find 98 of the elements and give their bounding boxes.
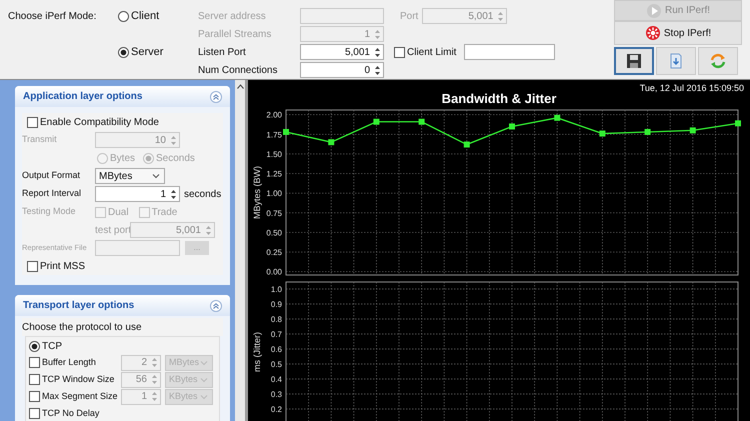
play-icon [646, 2, 662, 18]
checkbox-label: Max Segment Size [42, 390, 118, 403]
tick-label: 0.8 [270, 315, 282, 324]
tick-label: 0.7 [270, 330, 282, 339]
field-label: test port [95, 224, 130, 238]
radio-button[interactable] [118, 46, 129, 58]
collapse-icon[interactable] [210, 300, 222, 312]
spinner-field[interactable]: 1 [121, 388, 161, 404]
data-point [418, 118, 425, 125]
chart-title: Bandwidth & Jitter [440, 91, 558, 107]
checkbox[interactable] [29, 374, 40, 385]
field-label: Num Connections [198, 64, 278, 78]
input-field[interactable] [464, 44, 556, 60]
checkbox-label: Print MSS [40, 260, 86, 274]
field-label: Output Format [22, 169, 82, 182]
stop-button[interactable]: Stop IPerf! [614, 21, 742, 45]
checkbox-label: TCP Window Size [42, 372, 116, 386]
axis-title: ms (Jitter) [252, 332, 262, 372]
radio-label: TCP [42, 340, 62, 354]
field-label: Transmit [22, 133, 58, 146]
checkbox-label: Client Limit [407, 46, 456, 60]
field-label: Server address [198, 10, 266, 24]
checkbox[interactable] [29, 408, 40, 419]
tick-label: 0.6 [270, 345, 282, 354]
stop-icon [644, 25, 661, 41]
tick-label: 0.50 [266, 228, 282, 238]
radio-button[interactable] [29, 340, 40, 352]
checkbox[interactable] [394, 46, 405, 58]
tick-label: 2.00 [266, 110, 282, 120]
panel-title: Application layer options [23, 90, 142, 104]
prompt-text: Choose the protocol to use [22, 318, 223, 336]
scrollbar[interactable] [235, 80, 245, 421]
tick-label: 0.4 [270, 375, 282, 384]
checkbox-label: Trade [152, 206, 178, 220]
data-point [283, 128, 289, 135]
data-point [464, 142, 470, 148]
radio-label: Seconds [156, 152, 195, 166]
data-point [373, 118, 380, 125]
field-label: Port [400, 10, 418, 24]
tick-label: 0.2 [270, 405, 282, 414]
caret-icon [200, 360, 208, 366]
data-point [644, 128, 651, 135]
checkbox-label: Buffer Length [42, 356, 97, 369]
timestamp: Tue, 12 Jul 2016 15:09:50 [640, 82, 744, 95]
spinner-field[interactable]: 1 [95, 186, 180, 202]
caret-icon [200, 376, 208, 382]
data-point [599, 130, 606, 137]
spinner-field[interactable]: 2 [121, 354, 161, 370]
checkbox[interactable] [27, 260, 38, 272]
checkbox[interactable] [29, 357, 40, 368]
tick-label: 0.5 [270, 360, 282, 369]
spinner-arrows-icon[interactable] [374, 46, 381, 58]
refresh-icon [709, 52, 727, 70]
tick-label: 0.75 [266, 208, 282, 218]
refresh-button[interactable] [698, 47, 738, 75]
axis-title: MBytes (BW) [252, 166, 262, 219]
radio-label: Client [131, 8, 160, 24]
spinner-field[interactable]: 5,001 [300, 44, 384, 60]
field-label: Parallel Streams [198, 28, 272, 42]
checkbox-label: Dual [108, 206, 129, 220]
spinner-field[interactable]: 0 [300, 62, 384, 78]
unit-label: seconds [184, 188, 222, 202]
checkbox[interactable] [27, 116, 38, 128]
field-label: Report Interval [22, 187, 82, 200]
data-point [328, 139, 334, 146]
radio-label: Bytes [110, 152, 136, 166]
spinner-arrows-icon[interactable] [374, 64, 381, 76]
data-point [735, 120, 741, 126]
save-icon [625, 52, 643, 70]
checkbox-label: Enable Compatibility Mode [40, 116, 159, 130]
tick-label: 1.0 [270, 285, 282, 294]
mode-radio[interactable]: Server [118, 44, 164, 60]
tick-label: 0.9 [270, 300, 282, 309]
mode-radio[interactable]: Client [118, 8, 160, 24]
data-point [690, 127, 696, 134]
save-button[interactable] [614, 47, 654, 75]
tick-label: 0.3 [270, 390, 282, 399]
spinner-field[interactable]: 56 [121, 372, 161, 388]
field-label: Listen Port [198, 46, 246, 60]
checkbox-label: TCP No Delay [42, 406, 100, 420]
tick-label: 0.25 [266, 248, 282, 258]
radio-button[interactable] [118, 10, 129, 22]
tick-label: 1.50 [266, 150, 282, 159]
checkbox[interactable] [29, 391, 40, 402]
field-label: Choose iPerf Mode: [8, 10, 96, 24]
caret-icon [200, 394, 208, 400]
panel-title: Transport layer options [23, 299, 134, 313]
tick-label: 0.00 [266, 268, 282, 277]
dropdown[interactable]: MBytes [95, 168, 165, 184]
tick-label: 1.75 [266, 130, 282, 140]
tick-label: 1.00 [266, 189, 282, 198]
field-label: Testing Mode [22, 205, 77, 218]
radio-label: Server [131, 44, 164, 60]
caret-icon [152, 173, 160, 179]
data-point [509, 123, 515, 130]
tick-label: 1.25 [266, 170, 282, 179]
spinner-arrows-icon[interactable] [170, 188, 177, 200]
collapse-icon[interactable] [210, 90, 222, 102]
